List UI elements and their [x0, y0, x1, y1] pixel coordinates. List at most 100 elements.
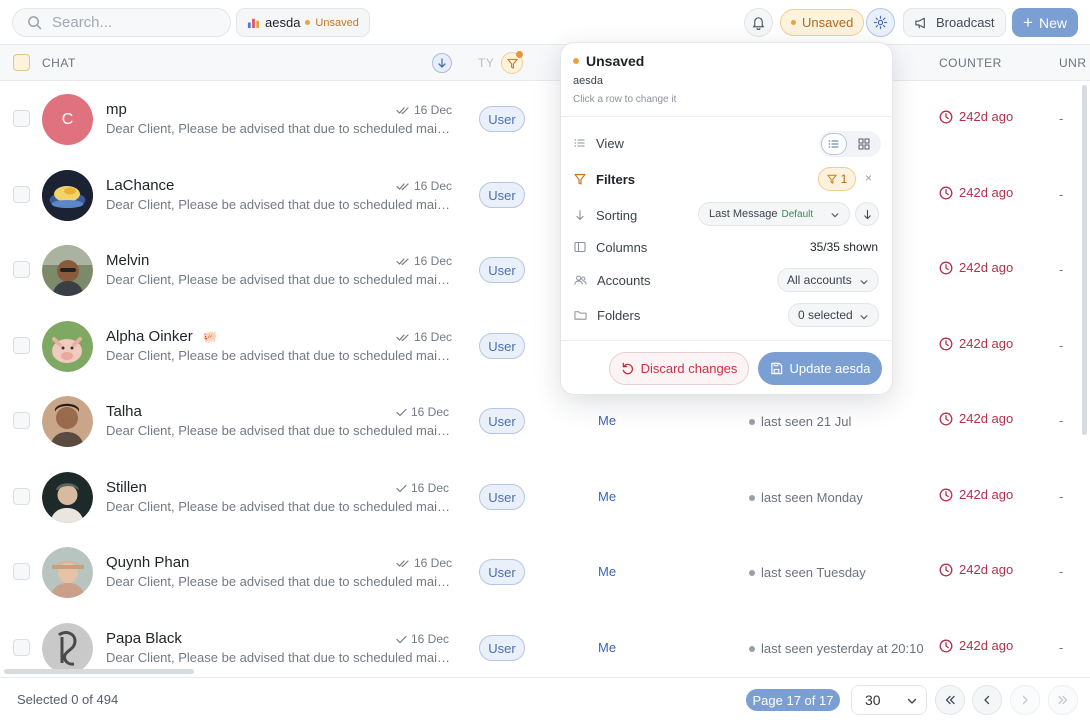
column-header-unread[interactable]: UNR: [1059, 56, 1087, 70]
page-indicator: Page 17 of 17: [746, 689, 840, 711]
type-badge: User: [479, 484, 525, 510]
clock-icon: [939, 488, 953, 501]
table-row[interactable]: C mp 16 Dec Dear Client, Please be advis…: [0, 81, 1090, 156]
table-row[interactable]: Quynh Phan 16 Dec Dear Client, Please be…: [0, 534, 1090, 609]
message-preview: Dear Client, Please be advised that due …: [106, 348, 456, 363]
table-row[interactable]: Alpha Oinker 🐖 16 Dec Dear Client, Pleas…: [0, 308, 1090, 383]
previous-page-button[interactable]: [972, 685, 1002, 715]
option-filters[interactable]: Filters: [574, 169, 635, 189]
row-checkbox[interactable]: [13, 563, 30, 580]
counter-value: 242d ago: [939, 562, 1013, 577]
plus-icon: +: [1023, 13, 1033, 32]
column-header-type[interactable]: TY: [478, 56, 494, 70]
grid-icon: [858, 138, 870, 150]
clock-icon: [939, 261, 953, 274]
table-row[interactable]: LaChance 16 Dec Dear Client, Please be a…: [0, 157, 1090, 232]
chat-name: Papa Black: [106, 630, 182, 647]
undo-icon: [622, 362, 633, 375]
top-bar: aesda Unsaved Unsaved Broadcast + New: [0, 0, 1090, 45]
avatar: [42, 396, 93, 447]
notifications-button[interactable]: [744, 8, 773, 37]
message-preview: Dear Client, Please be advised that due …: [106, 574, 456, 589]
table-row[interactable]: Papa Black 16 Dec Dear Client, Please be…: [0, 610, 1090, 677]
update-view-button[interactable]: Update aesda: [758, 352, 882, 385]
double-check-icon: [396, 333, 409, 341]
broadcast-button[interactable]: Broadcast: [903, 8, 1006, 37]
view-chip[interactable]: aesda Unsaved: [236, 8, 370, 37]
view-mode-toggle: [819, 131, 881, 157]
chart-icon: [247, 18, 260, 29]
unread-value: -: [1059, 187, 1064, 202]
option-view[interactable]: View: [574, 133, 624, 153]
settings-button[interactable]: [866, 8, 895, 37]
avatar: [42, 321, 93, 372]
list-icon: [828, 140, 839, 148]
clock-icon: [939, 110, 953, 123]
row-checkbox[interactable]: [13, 488, 30, 505]
column-header-counter[interactable]: COUNTER: [939, 56, 1002, 70]
sort-order-button[interactable]: [855, 202, 879, 226]
assignee-value[interactable]: Me: [598, 489, 616, 504]
avatar-image: [42, 623, 93, 674]
vertical-scrollbar[interactable]: [1082, 85, 1087, 435]
counter-value: 242d ago: [939, 487, 1013, 502]
users-icon: [574, 275, 587, 285]
option-accounts[interactable]: Accounts: [574, 270, 650, 290]
horizontal-scrollbar[interactable]: [4, 669, 194, 674]
double-check-icon: [396, 106, 409, 114]
table-row[interactable]: Stillen 16 Dec Dear Client, Please be ad…: [0, 459, 1090, 534]
unread-value: -: [1059, 338, 1064, 353]
message-date: 16 Dec: [396, 481, 449, 495]
next-page-button[interactable]: [1010, 685, 1040, 715]
message-preview: Dear Client, Please be advised that due …: [106, 197, 456, 212]
unsaved-chip-label: Unsaved: [802, 15, 854, 30]
row-checkbox[interactable]: [13, 261, 30, 278]
assignee-value[interactable]: Me: [598, 413, 616, 428]
filters-count-button[interactable]: 1: [818, 167, 856, 191]
row-checkbox[interactable]: [13, 639, 30, 656]
clear-filters-icon[interactable]: ×: [865, 171, 872, 185]
row-checkbox[interactable]: [13, 110, 30, 127]
row-checkbox[interactable]: [13, 412, 30, 429]
message-date: 16 Dec: [396, 103, 452, 117]
folders-select[interactable]: 0 selected: [788, 303, 879, 327]
unsaved-chip[interactable]: Unsaved: [780, 9, 865, 36]
megaphone-icon: [915, 17, 925, 28]
discard-changes-button[interactable]: Discard changes: [609, 352, 749, 385]
select-all-checkbox[interactable]: [13, 54, 30, 71]
option-sorting[interactable]: Sorting: [574, 205, 637, 225]
row-checkbox[interactable]: [13, 337, 30, 354]
option-columns[interactable]: Columns: [574, 237, 647, 257]
unread-value: -: [1059, 564, 1064, 579]
filter-icon: [506, 58, 518, 69]
option-folders[interactable]: Folders: [574, 305, 640, 325]
sort-field-select[interactable]: Last Message Default: [698, 202, 850, 226]
new-label: New: [1038, 14, 1067, 31]
table-row[interactable]: Talha 16 Dec Dear Client, Please be advi…: [0, 383, 1090, 458]
column-header-chat[interactable]: CHAT: [42, 56, 76, 70]
filter-toggle-button[interactable]: [501, 51, 523, 74]
list-view-button[interactable]: [821, 133, 847, 155]
message-date: 16 Dec: [396, 179, 452, 193]
search-box[interactable]: [12, 8, 231, 37]
assignee-value[interactable]: Me: [598, 564, 616, 579]
last-page-button[interactable]: [1048, 685, 1078, 715]
assignee-value[interactable]: Me: [598, 640, 616, 655]
divider: [561, 340, 894, 341]
counter-value: 242d ago: [939, 185, 1013, 200]
new-button[interactable]: + New: [1012, 8, 1078, 37]
row-checkbox[interactable]: [13, 186, 30, 203]
first-page-button[interactable]: [935, 685, 965, 715]
chevron-down-icon: [907, 698, 917, 704]
table-row[interactable]: Melvin 16 Dec Dear Client, Please be adv…: [0, 232, 1090, 307]
grid-view-button[interactable]: [851, 133, 877, 155]
avatar-initial: C: [61, 110, 74, 128]
chevron-down-icon: [831, 213, 839, 218]
popover-hint: Click a row to change it: [573, 94, 677, 105]
sort-direction-button[interactable]: [432, 53, 452, 73]
search-input[interactable]: [52, 14, 212, 31]
accounts-select[interactable]: All accounts: [777, 268, 879, 292]
status-dot: [749, 494, 755, 501]
chat-name: Alpha Oinker 🐖: [106, 328, 218, 345]
page-size-select[interactable]: 30: [851, 685, 927, 715]
